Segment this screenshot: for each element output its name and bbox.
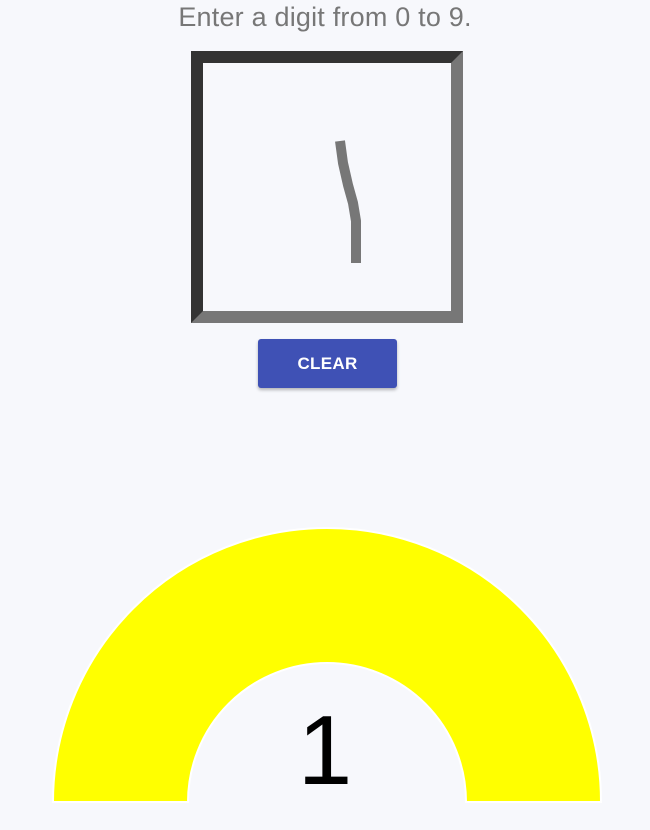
predicted-digit: 1	[297, 695, 353, 805]
drawing-canvas[interactable]	[191, 51, 463, 323]
instruction-text: Enter a digit from 0 to 9.	[178, 2, 472, 32]
clear-button[interactable]: CLEAR	[258, 339, 397, 388]
drawn-stroke	[335, 140, 361, 263]
digit-recognizer-page: Enter a digit from 0 to 9. CLEAR 1	[0, 0, 650, 830]
